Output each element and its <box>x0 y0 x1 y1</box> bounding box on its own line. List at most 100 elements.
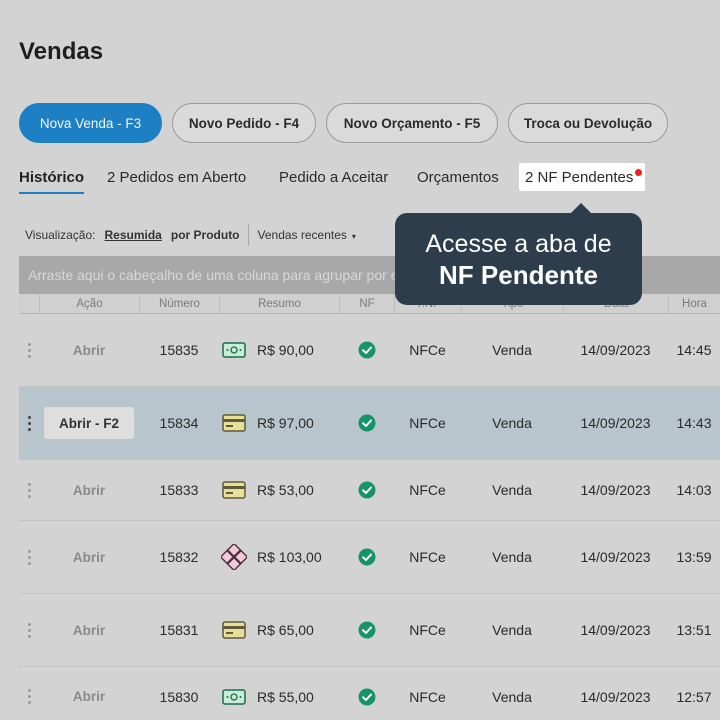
sale-value: R$ 53,00 <box>257 482 314 498</box>
open-sale-button[interactable]: Abrir <box>39 460 139 520</box>
tab-pedidos-em-aberto[interactable]: 2 Pedidos em Aberto <box>107 160 246 194</box>
table-row[interactable]: Abrir - F2 15834 R$ 97,00 NFCe Venda 14/… <box>19 387 720 460</box>
sale-number: 15830 <box>159 688 199 705</box>
exchange-return-button[interactable]: Troca ou Devolução <box>508 103 668 143</box>
sale-time: 14:43 <box>676 415 712 431</box>
check-icon <box>339 667 394 720</box>
sale-number: 15832 <box>159 549 199 565</box>
card-icon <box>221 621 247 639</box>
open-label: Abrir <box>72 342 106 358</box>
divider <box>247 224 249 246</box>
column-header-nf[interactable]: NF <box>339 294 394 314</box>
new-quote-button[interactable]: Novo Orçamento - F5 <box>326 103 498 143</box>
column-header-hora[interactable]: Hora <box>668 294 720 314</box>
table-row[interactable]: Abrir 15835 R$ 90,00 NFCe Venda 14/09/20… <box>19 314 720 387</box>
table-row[interactable]: Abrir 15831 R$ 65,00 NFCe Venda 14/09/20… <box>19 594 720 667</box>
tab-label: 2 NF Pendentes <box>525 168 634 186</box>
check-icon <box>339 460 394 520</box>
table-row[interactable]: Abrir 15830 R$ 55,00 NFCe Venda 14/09/20… <box>19 667 720 720</box>
card-icon <box>221 414 247 432</box>
card-icon <box>221 481 247 499</box>
view-resumida-link[interactable]: Resumida <box>105 228 162 242</box>
sale-type: Venda <box>492 622 532 638</box>
cash-icon <box>221 688 247 705</box>
view-toolbar: Visualização: Resumida por Produto Venda… <box>25 224 356 246</box>
check-icon <box>339 314 394 386</box>
sale-type: Venda <box>492 415 532 431</box>
sale-summary: R$ 53,00 <box>219 460 339 520</box>
column-header-numero[interactable]: Número <box>139 294 219 314</box>
open-sale-button[interactable]: Abrir <box>39 521 139 593</box>
sale-date: 14/09/2023 <box>580 688 651 705</box>
sale-summary: R$ 55,00 <box>219 667 339 720</box>
open-sale-button[interactable]: Abrir <box>39 594 139 666</box>
new-order-button[interactable]: Novo Pedido - F4 <box>172 103 316 143</box>
row-menu-icon[interactable] <box>19 460 39 520</box>
sale-number: 15834 <box>159 415 199 431</box>
column-header-acao[interactable]: Ação <box>39 294 139 314</box>
tab-label: Histórico <box>19 168 85 186</box>
sale-date: 14/09/2023 <box>580 482 651 498</box>
sale-value: R$ 55,00 <box>257 688 314 705</box>
sale-type: Venda <box>492 482 532 498</box>
sale-number: 15835 <box>159 342 199 358</box>
sale-value: R$ 65,00 <box>257 622 314 638</box>
table-row[interactable]: Abrir 15833 R$ 53,00 NFCe Venda 14/09/20… <box>19 460 720 521</box>
open-label: Abrir <box>72 689 106 704</box>
table-row[interactable]: Abrir 15832 R$ 103,00 NFCe Venda 14/09/2… <box>19 521 720 594</box>
view-label: Visualização: <box>25 228 96 242</box>
tab-label: Orçamentos <box>417 168 499 186</box>
tooltip-line-2: NF Pendente <box>439 260 598 290</box>
tab-orcamentos[interactable]: Orçamentos <box>417 160 499 194</box>
check-icon <box>339 521 394 593</box>
nf-type: NFCe <box>409 688 446 705</box>
new-sale-button[interactable]: Nova Venda - F3 <box>19 103 162 143</box>
view-por-produto-link[interactable]: por Produto <box>171 228 240 242</box>
sale-summary: R$ 103,00 <box>219 521 339 593</box>
chevron-down-icon: ▾ <box>351 232 356 241</box>
sale-value: R$ 97,00 <box>257 415 314 431</box>
notification-dot <box>635 169 643 176</box>
sale-date: 14/09/2023 <box>580 622 651 638</box>
pix-icon <box>221 544 247 570</box>
open-label: Abrir <box>72 622 106 638</box>
filter-dropdown[interactable]: Vendas recentes ▾ <box>258 228 356 242</box>
sale-type: Venda <box>492 549 532 565</box>
row-menu-icon[interactable] <box>19 387 39 459</box>
cash-icon <box>221 342 247 358</box>
open-label: Abrir <box>72 482 106 498</box>
tab-label: 2 Pedidos em Aberto <box>107 168 247 186</box>
sale-time: 12:57 <box>676 688 712 705</box>
tab-bar: Histórico 2 Pedidos em Aberto Pedido a A… <box>19 160 719 194</box>
sale-summary: R$ 97,00 <box>219 387 339 459</box>
sale-value: R$ 90,00 <box>257 342 314 358</box>
sale-time: 14:03 <box>676 482 712 498</box>
sale-number: 15831 <box>159 622 199 638</box>
action-buttons: Nova Venda - F3 Novo Pedido - F4 Novo Or… <box>19 103 668 143</box>
tooltip-line-1: Acesse a aba de <box>425 230 612 258</box>
row-menu-icon[interactable] <box>19 314 39 386</box>
tab-historico[interactable]: Histórico <box>19 160 85 194</box>
sale-summary: R$ 90,00 <box>219 314 339 386</box>
check-icon <box>339 387 394 459</box>
row-menu-icon[interactable] <box>19 667 39 720</box>
tab-pedido-a-aceitar[interactable]: Pedido a Aceitar <box>279 160 388 194</box>
sale-number: 15833 <box>159 482 199 498</box>
row-menu-icon[interactable] <box>19 521 39 593</box>
sale-date: 14/09/2023 <box>580 549 651 565</box>
filter-label: Vendas recentes <box>257 228 347 242</box>
row-menu-icon[interactable] <box>19 594 39 666</box>
sale-time: 13:59 <box>676 549 712 565</box>
page-title: Vendas <box>19 38 104 65</box>
sale-time: 13:51 <box>676 622 712 638</box>
open-sale-button[interactable]: Abrir <box>39 667 139 720</box>
tab-nf-pendentes[interactable]: 2 NF Pendentes <box>519 163 646 191</box>
nf-type: NFCe <box>409 482 446 498</box>
open-sale-button[interactable]: Abrir - F2 <box>39 387 139 459</box>
open-label: Abrir - F2 <box>44 407 134 439</box>
sale-summary: R$ 65,00 <box>219 594 339 666</box>
nf-type: NFCe <box>409 622 446 638</box>
open-sale-button[interactable]: Abrir <box>39 314 139 386</box>
column-header-resumo[interactable]: Resumo <box>219 294 339 314</box>
sale-type: Venda <box>492 688 532 705</box>
